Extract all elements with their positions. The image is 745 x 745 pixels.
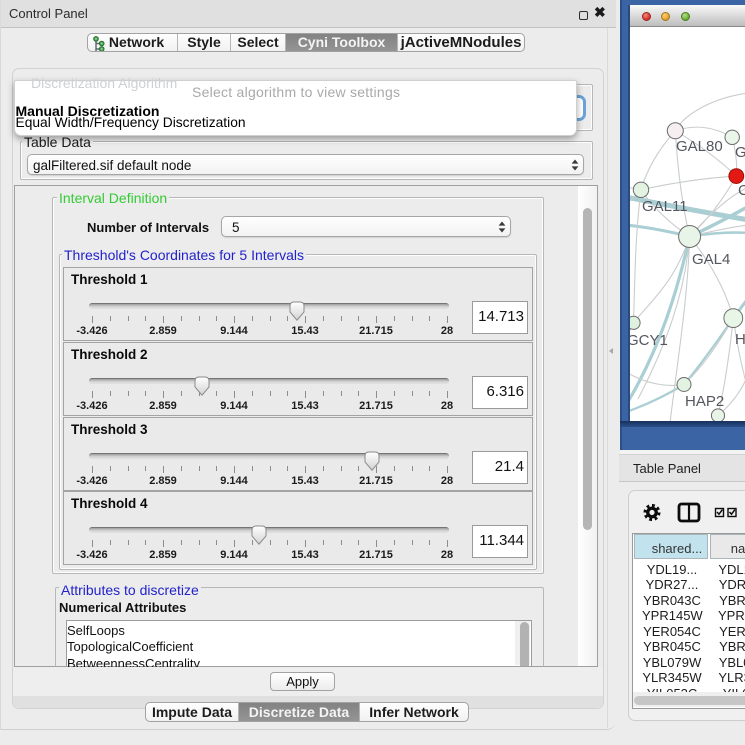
svg-text:H: H (735, 331, 745, 348)
svg-text:GA: GA (735, 144, 745, 161)
svg-text:GAL4: GAL4 (692, 251, 730, 268)
svg-text:HAP2: HAP2 (685, 393, 724, 410)
svg-text:GCY1: GCY1 (630, 332, 668, 349)
svg-text:GAL11: GAL11 (642, 198, 688, 215)
svg-text:C: C (738, 182, 745, 199)
svg-text:GAL80: GAL80 (676, 138, 723, 155)
